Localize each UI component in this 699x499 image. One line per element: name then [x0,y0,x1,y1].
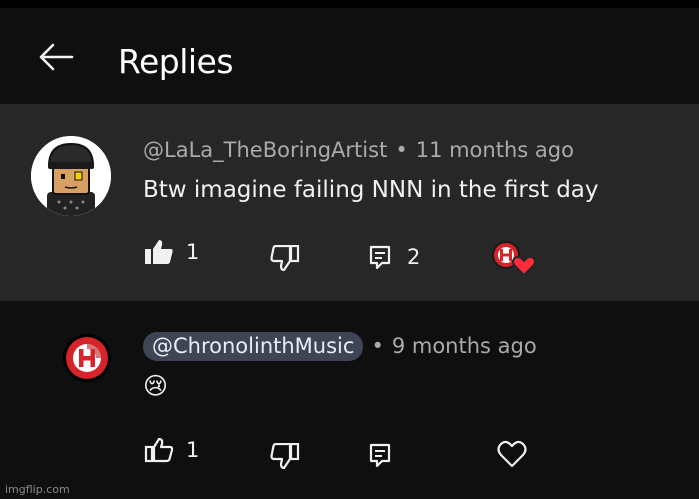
avatar[interactable] [31,136,111,216]
comment-time: 9 months ago [391,334,537,358]
heart-outline-icon [497,440,527,468]
creator-heart-icon [492,241,536,277]
watermark: imgflip.com [5,483,70,496]
creator-heart-badge [490,239,540,279]
reply-count: 2 [407,245,421,269]
heart-button[interactable] [497,440,527,468]
user-avatar-illustration [31,136,111,216]
dislike-button[interactable] [270,245,300,271]
thumbs-down-icon [270,245,300,271]
reply-button[interactable]: 2 [369,245,420,269]
creator-author-chip[interactable]: @ChronolinthMusic [143,332,364,361]
thumbs-up-filled-icon [145,240,173,264]
dislike-button[interactable] [270,443,300,469]
comment-meta: @ChronolinthMusic • 9 months ago [143,332,537,361]
comment-time: 11 months ago [415,138,574,162]
creator-logo-icon [63,334,111,382]
status-bar-strip [0,0,699,8]
like-button[interactable]: 1 [144,437,199,463]
thumbs-up-icon [144,437,174,463]
back-button[interactable] [34,40,78,74]
comment-text: 😢 [143,372,169,400]
meta-separator: • [371,334,384,358]
comment-thread-item: @LaLa_TheBoringArtist • 11 months ago Btw … [0,104,699,301]
comment-text: Btw imagine failing NNN in the first day [143,177,599,203]
like-button[interactable]: 1 [144,239,199,265]
comment-author[interactable]: @LaLa_TheBoringArtist [143,138,387,162]
replies-header: Replies [0,8,699,104]
page-title: Replies [118,42,234,81]
like-count: 1 [186,240,200,264]
comment-icon [369,443,391,467]
like-count: 1 [186,438,200,462]
reply-button[interactable] [369,443,391,467]
comment-thread-item: @ChronolinthMusic • 9 months ago 😢 1 [0,301,699,499]
thumbs-down-icon [270,443,300,469]
comment-meta: @LaLa_TheBoringArtist • 11 months ago [143,138,574,162]
meta-separator: • [395,138,408,162]
avatar[interactable] [62,333,112,383]
comment-icon [369,245,391,269]
arrow-left-icon [39,43,74,71]
